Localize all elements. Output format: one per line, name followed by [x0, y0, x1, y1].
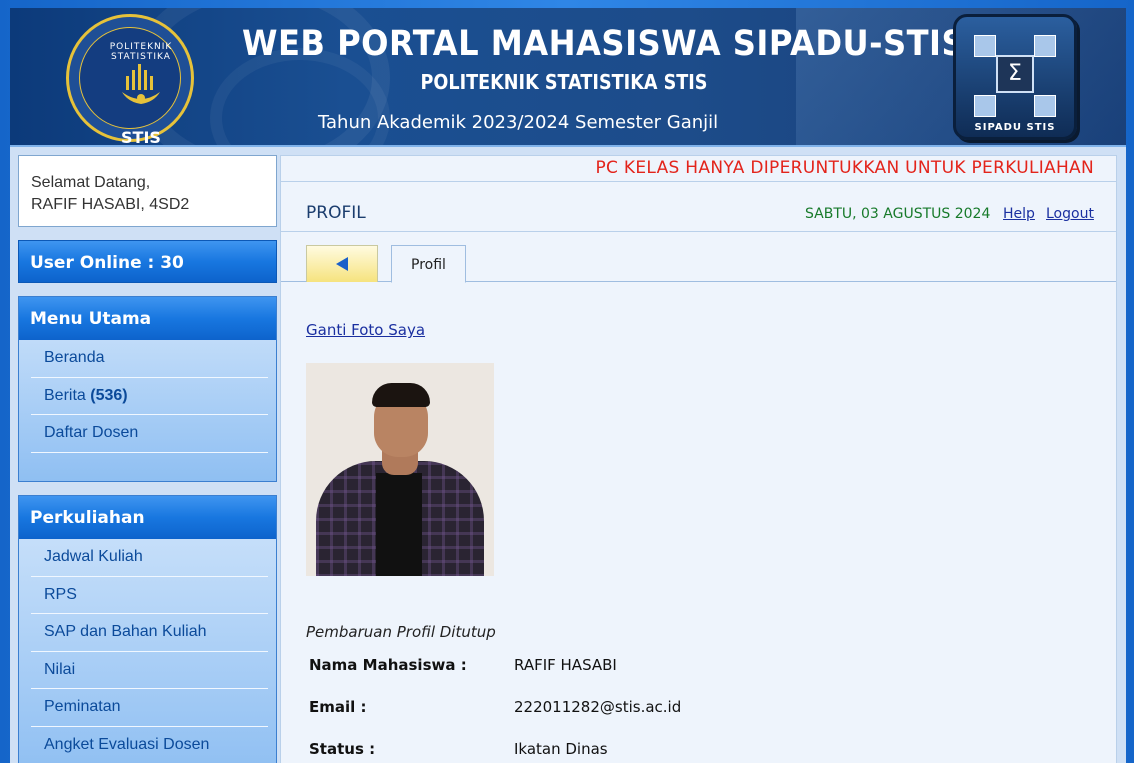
help-link[interactable]: Help [1003, 206, 1035, 222]
welcome-user: RAFIF HASABI, 4SD2 [31, 196, 190, 213]
page-header: PROFIL SABTU, 03 AGUSTUS 2024 Help Logou… [281, 182, 1116, 232]
sidebar-item-jadwal-kuliah[interactable]: Jadwal Kuliah [31, 539, 268, 577]
sidebar-item-label: SAP dan Bahan Kuliah [44, 623, 207, 640]
sidebar-item-angket[interactable]: Angket Evaluasi Dosen [31, 727, 268, 763]
garuda-emblem-icon [122, 64, 160, 104]
field-label: Email : [309, 698, 367, 716]
sidebar-item-label: Berita [44, 386, 86, 404]
tab-profil[interactable]: Profil [391, 245, 466, 283]
header-banner: POLITEKNIK STATISTIKA STIS WEB PORTAL MA… [10, 8, 1126, 147]
photo-undershirt [376, 473, 422, 576]
field-label: Status : [309, 740, 376, 758]
main-content: PC KELAS HANYA DIPERUNTUKKAN UNTUK PERKU… [280, 155, 1117, 763]
field-label: Nama Mahasiswa : [309, 656, 467, 674]
notice-banner: PC KELAS HANYA DIPERUNTUKKAN UNTUK PERKU… [281, 156, 1116, 182]
academic-year: Tahun Akademik 2023/2024 Semester Ganjil [318, 112, 719, 133]
logo-stis-text: STIS [121, 128, 161, 147]
sidebar-item-label: Beranda [44, 349, 105, 366]
logo-ring-text: POLITEKNIK STATISTIKA [109, 42, 173, 62]
sidebar-item-beranda[interactable]: Beranda [31, 340, 268, 378]
perkuliahan-heading: Perkuliahan [19, 496, 276, 539]
sidebar-item-label: Jadwal Kuliah [44, 548, 143, 565]
back-tab-button[interactable] [306, 245, 378, 282]
sidebar-item-berita[interactable]: Berita (536) [31, 378, 268, 415]
sidebar-item-nilai[interactable]: Nilai [31, 652, 268, 689]
sidebar-item-rps[interactable]: RPS [31, 577, 268, 614]
logo-tile [974, 35, 996, 57]
polstat-logo: POLITEKNIK STATISTIKA STIS [66, 14, 194, 145]
logo-tile [974, 95, 996, 117]
profile-update-status: Pembaruan Profil Ditutup [306, 623, 496, 641]
sidebar-item-daftar-dosen[interactable]: Daftar Dosen [31, 415, 268, 453]
app-logo-label: SIPADU STIS [974, 122, 1056, 133]
sidebar-item-label: Peminatan [44, 698, 121, 715]
field-value: RAFIF HASABI [514, 656, 617, 674]
sidebar-item-peminatan[interactable]: Peminatan [31, 689, 268, 727]
photo-hair [372, 383, 430, 407]
sidebar-item-label: Angket Evaluasi Dosen [44, 735, 210, 753]
menu-perkuliahan: Perkuliahan Jadwal Kuliah RPS SAP dan Ba… [18, 495, 277, 763]
tab-bar: Profil [281, 232, 1116, 283]
logo-tile [1034, 95, 1056, 117]
field-value: Ikatan Dinas [514, 740, 608, 758]
logo-inner: POLITEKNIK STATISTIKA STIS [79, 27, 181, 145]
logout-link[interactable]: Logout [1046, 206, 1094, 222]
sigma-icon: Σ [996, 55, 1034, 93]
sipadu-app-logo: Σ SIPADU STIS [953, 14, 1077, 140]
user-online-counter: User Online : 30 [18, 240, 277, 283]
welcome-box: Selamat Datang, RAFIF HASABI, 4SD2 [18, 155, 277, 227]
welcome-greeting: Selamat Datang, [31, 174, 151, 191]
news-count-badge: (536) [90, 386, 128, 404]
portal-title: WEB PORTAL MAHASISWA SIPADU-STIS [242, 24, 966, 64]
menu-utama-heading: Menu Utama [19, 297, 276, 340]
field-value: 222011282@stis.ac.id [514, 698, 682, 716]
logo-tile [1034, 35, 1056, 57]
portal-subtitle: POLITEKNIK STATISTIKA STIS [420, 70, 708, 94]
page-title: PROFIL [306, 203, 366, 223]
sidebar-item-label: Daftar Dosen [44, 424, 139, 441]
menu-utama: Menu Utama Beranda Berita (536) Daftar D… [18, 296, 277, 482]
change-photo-link[interactable]: Ganti Foto Saya [306, 321, 425, 339]
sidebar-item-label: Nilai [44, 660, 76, 678]
sidebar-item-label: RPS [44, 585, 77, 603]
profile-photo [306, 363, 494, 576]
sidebar-item-sap[interactable]: SAP dan Bahan Kuliah [31, 614, 268, 652]
current-date: SABTU, 03 AGUSTUS 2024 [805, 206, 991, 222]
back-arrow-icon [336, 257, 348, 271]
